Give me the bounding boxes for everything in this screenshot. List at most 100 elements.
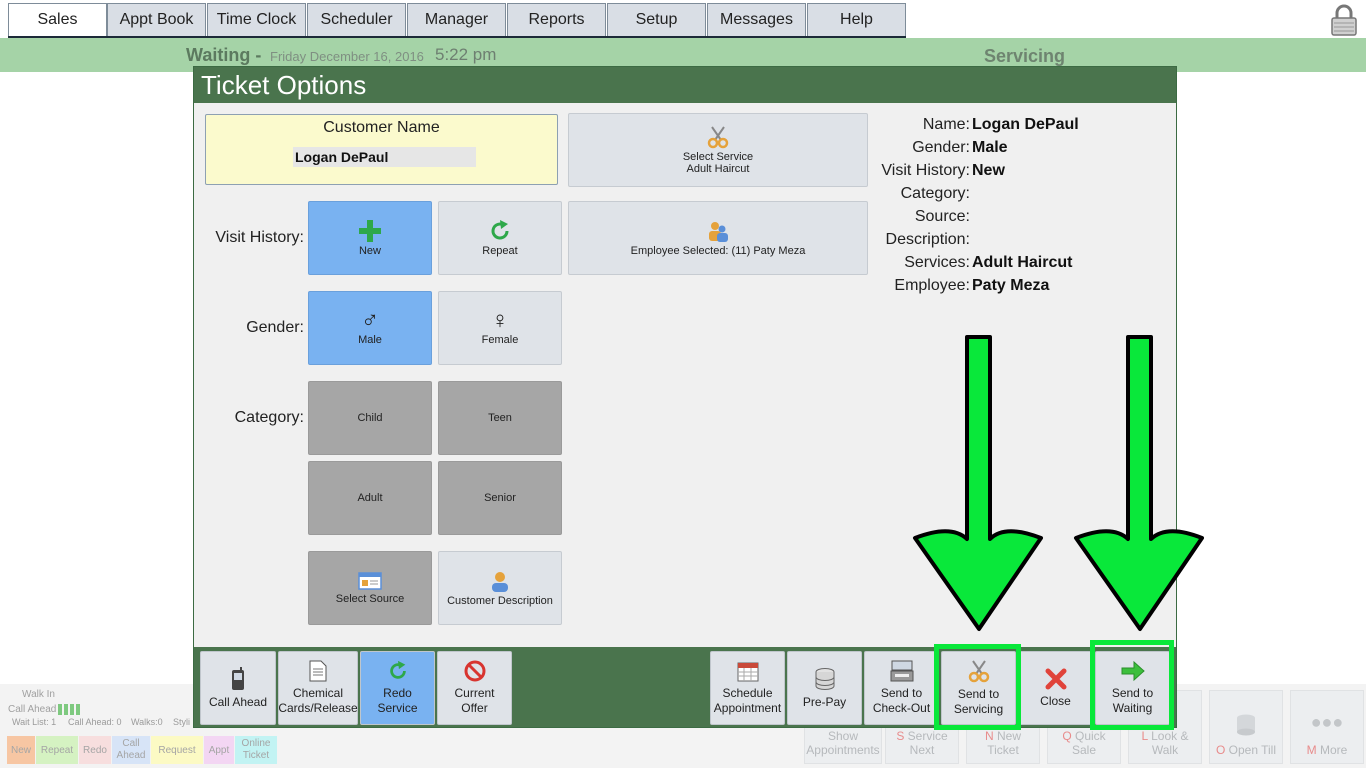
call-ahead-meter <box>58 704 82 715</box>
call-ahead-label: Call Ahead <box>8 704 57 715</box>
coin-stack-icon <box>815 667 834 690</box>
tab-manager[interactable]: Manager <box>407 3 506 36</box>
legend-appt: Appt <box>204 736 234 764</box>
visit-repeat-button[interactable]: Repeat <box>438 201 562 275</box>
tab-appt-book[interactable]: Appt Book <box>107 3 206 36</box>
female-symbol-icon: ♀ <box>491 307 509 334</box>
info-gender-key: Gender: <box>912 139 970 156</box>
lock-icon[interactable] <box>1330 4 1358 36</box>
info-description-key: Description: <box>885 231 970 248</box>
current-offer-button[interactable]: Current Offer <box>437 651 512 725</box>
quick-label-1: Quick <box>1075 729 1106 743</box>
customer-name-label: Customer Name <box>323 119 440 136</box>
new-label-2: Ticket <box>987 743 1019 757</box>
new-label-1: New <box>997 729 1022 743</box>
info-source-key: Source: <box>914 208 970 225</box>
new-key: N <box>984 729 994 743</box>
customer-description-button[interactable]: Customer Description <box>438 551 562 625</box>
more-button[interactable]: ●●● M More <box>1290 690 1364 764</box>
offer-label-1: Current <box>454 686 495 700</box>
till-label: Open Till <box>1228 743 1277 757</box>
stylist-label: Styli <box>173 717 191 727</box>
quick-key: Q <box>1062 729 1072 743</box>
down-arrow-waiting-icon <box>1074 335 1204 631</box>
legend-online-1: Online <box>241 738 271 749</box>
waiting-time: 5:22 pm <box>435 45 497 64</box>
category-child-button[interactable]: Child <box>308 381 432 455</box>
visit-new-button[interactable]: New <box>308 201 432 275</box>
gender-male-button[interactable]: ♂ Male <box>308 291 432 365</box>
customer-description-label: Customer Description <box>447 595 553 607</box>
top-nav: Sales Appt Book Time Clock Scheduler Man… <box>0 0 1366 40</box>
customer-name-box: Customer Name <box>205 114 558 185</box>
category-child-label: Child <box>357 412 383 424</box>
chemical-cards-button[interactable]: Chemical Cards/Release <box>278 651 358 725</box>
male-symbol-icon: ♂ <box>361 307 379 334</box>
legend-call-1: Call <box>122 738 140 749</box>
info-name-value: Logan DePaul <box>972 116 1079 133</box>
redo-label-1: Redo <box>383 686 412 700</box>
visit-repeat-label: Repeat <box>482 245 518 257</box>
call-ahead-count: Call Ahead: 0 <box>68 717 122 727</box>
info-visit-key: Visit History: <box>881 162 970 179</box>
open-till-button[interactable]: O Open Till <box>1209 690 1283 764</box>
category-adult-button[interactable]: Adult <box>308 461 432 535</box>
call-ahead-button[interactable]: Call Ahead <box>200 651 276 725</box>
category-teen-label: Teen <box>488 412 512 424</box>
redo-arrow-icon <box>389 660 406 679</box>
tab-scheduler[interactable]: Scheduler <box>307 3 406 36</box>
close-button[interactable]: Close <box>1018 651 1093 725</box>
more-label: More <box>1320 743 1348 757</box>
category-senior-label: Senior <box>484 492 516 504</box>
chemical-label-1: Chemical <box>292 686 343 700</box>
pre-pay-label: Pre-Pay <box>802 694 847 709</box>
schedule-label-1: Schedule <box>722 686 773 700</box>
select-source-button[interactable]: Select Source <box>308 551 432 625</box>
service-label-2: Next <box>909 743 935 757</box>
schedule-appointment-button[interactable]: Schedule Appointment <box>710 651 785 725</box>
checkout-label-2: Check-Out <box>872 701 931 715</box>
close-label: Close <box>1040 693 1071 708</box>
tab-help[interactable]: Help <box>807 3 906 36</box>
walk-in-label: Walk In <box>22 689 55 700</box>
tab-reports[interactable]: Reports <box>507 3 606 36</box>
down-arrow-servicing-icon <box>913 335 1043 631</box>
tab-setup[interactable]: Setup <box>607 3 706 36</box>
service-line-1: Select Service <box>682 151 754 163</box>
gender-label: Gender: <box>246 319 304 336</box>
category-teen-button[interactable]: Teen <box>438 381 562 455</box>
service-key: S <box>896 729 905 743</box>
legend-repeat: Repeat <box>36 736 78 764</box>
info-visit-value: New <box>972 162 1005 179</box>
tab-time-clock[interactable]: Time Clock <box>207 3 306 36</box>
category-senior-button[interactable]: Senior <box>438 461 562 535</box>
visit-history-label: Visit History: <box>215 229 304 246</box>
tab-sales[interactable]: Sales <box>8 3 107 36</box>
quick-label-2: Sale <box>1071 743 1097 757</box>
scissors-icon <box>707 126 729 149</box>
customer-name-input[interactable] <box>293 147 476 167</box>
waiting-date: Friday December 16, 2016 <box>270 49 424 64</box>
tab-messages[interactable]: Messages <box>707 3 806 36</box>
legend-redo: Redo <box>79 736 111 764</box>
legend-online-ticket: Online Ticket <box>235 736 277 764</box>
redo-service-button[interactable]: Redo Service <box>360 651 435 725</box>
look-label-2: Walk <box>1151 743 1179 757</box>
send-to-checkout-button[interactable]: Send to Check-Out <box>864 651 939 725</box>
more-dots-icon: ●●● <box>1310 712 1344 732</box>
service-line-2: Adult Haircut <box>686 163 750 175</box>
info-name-key: Name: <box>922 116 970 133</box>
legend-call-ahead: Call Ahead <box>112 736 150 764</box>
gender-female-button[interactable]: ♀ Female <box>438 291 562 365</box>
servicing-title: Servicing <box>984 46 1066 66</box>
pre-pay-button[interactable]: Pre-Pay <box>787 651 862 725</box>
waiting-title: Waiting - <box>186 45 262 65</box>
no-entry-icon <box>464 660 485 682</box>
document-icon <box>309 660 327 682</box>
gender-male-label: Male <box>358 334 382 346</box>
register-icon <box>890 660 913 682</box>
calendar-icon <box>737 662 758 682</box>
gender-female-label: Female <box>481 334 519 346</box>
select-source-label: Select Source <box>335 593 405 605</box>
info-gender-value: Male <box>972 139 1008 156</box>
